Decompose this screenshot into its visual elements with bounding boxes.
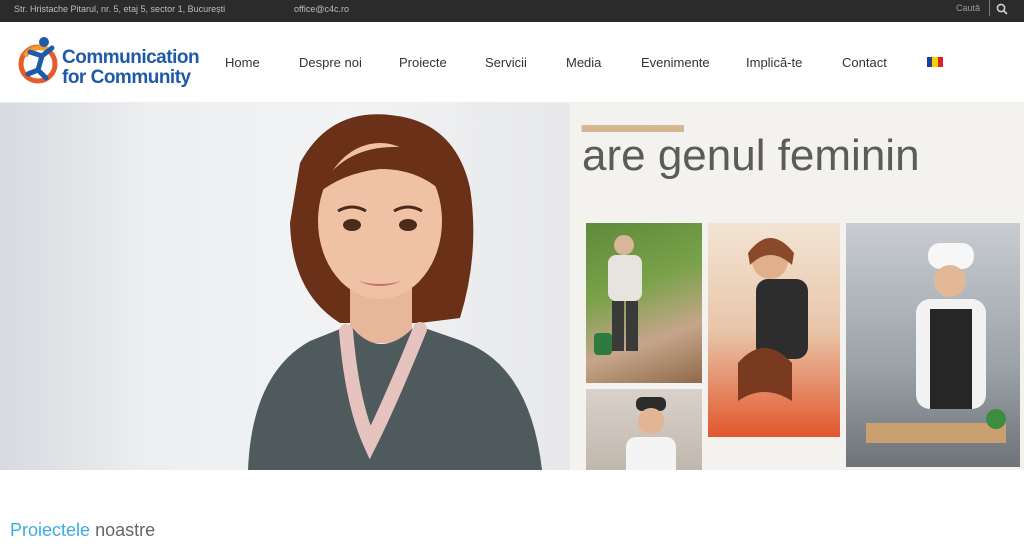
site-header: Communication for Community Home Despre … — [0, 22, 1024, 103]
nav-proiecte[interactable]: Proiecte — [399, 55, 447, 70]
section-title: Proiectele noastre — [10, 520, 155, 541]
nav-servicii[interactable]: Servicii — [485, 55, 527, 70]
search-icon[interactable] — [996, 3, 1008, 15]
nav-implica-te[interactable]: Implică-te — [746, 55, 802, 70]
hero-image: ▁▁▁ are genul feminin — [0, 103, 1024, 470]
section-title-highlight: Proiectele — [10, 520, 91, 540]
nav-evenimente[interactable]: Evenimente — [641, 55, 710, 70]
logo-mark-icon — [18, 37, 58, 84]
contact-address: Str. Hristache Pitarul, nr. 5, etaj 5, s… — [14, 4, 226, 14]
banner-photo-worker — [584, 387, 704, 470]
banner-photo-gardener — [584, 221, 704, 385]
top-bar-divider — [989, 0, 990, 16]
section-title-rest: noastre — [95, 520, 156, 540]
banner-text: are genul feminin — [582, 131, 920, 180]
nav-media[interactable]: Media — [566, 55, 601, 70]
hero-portrait — [248, 114, 542, 470]
search-label[interactable]: Caută — [956, 3, 980, 13]
contact-email[interactable]: office@c4c.ro — [294, 4, 349, 14]
banner-photo-hairdresser — [706, 221, 842, 439]
banner-top-decor: ▁▁▁ — [582, 103, 684, 131]
site-logo[interactable]: Communication for Community — [16, 34, 200, 92]
logo-text-line1: Communication — [62, 47, 200, 68]
nav-home[interactable]: Home — [225, 55, 260, 70]
romanian-flag-icon[interactable] — [927, 57, 943, 67]
logo-text-line2: for Community — [62, 67, 191, 88]
nav-contact[interactable]: Contact — [842, 55, 887, 70]
top-bar: Str. Hristache Pitarul, nr. 5, etaj 5, s… — [0, 0, 1024, 22]
nav-despre-noi[interactable]: Despre noi — [299, 55, 362, 70]
banner-photo-chef — [844, 221, 1022, 469]
